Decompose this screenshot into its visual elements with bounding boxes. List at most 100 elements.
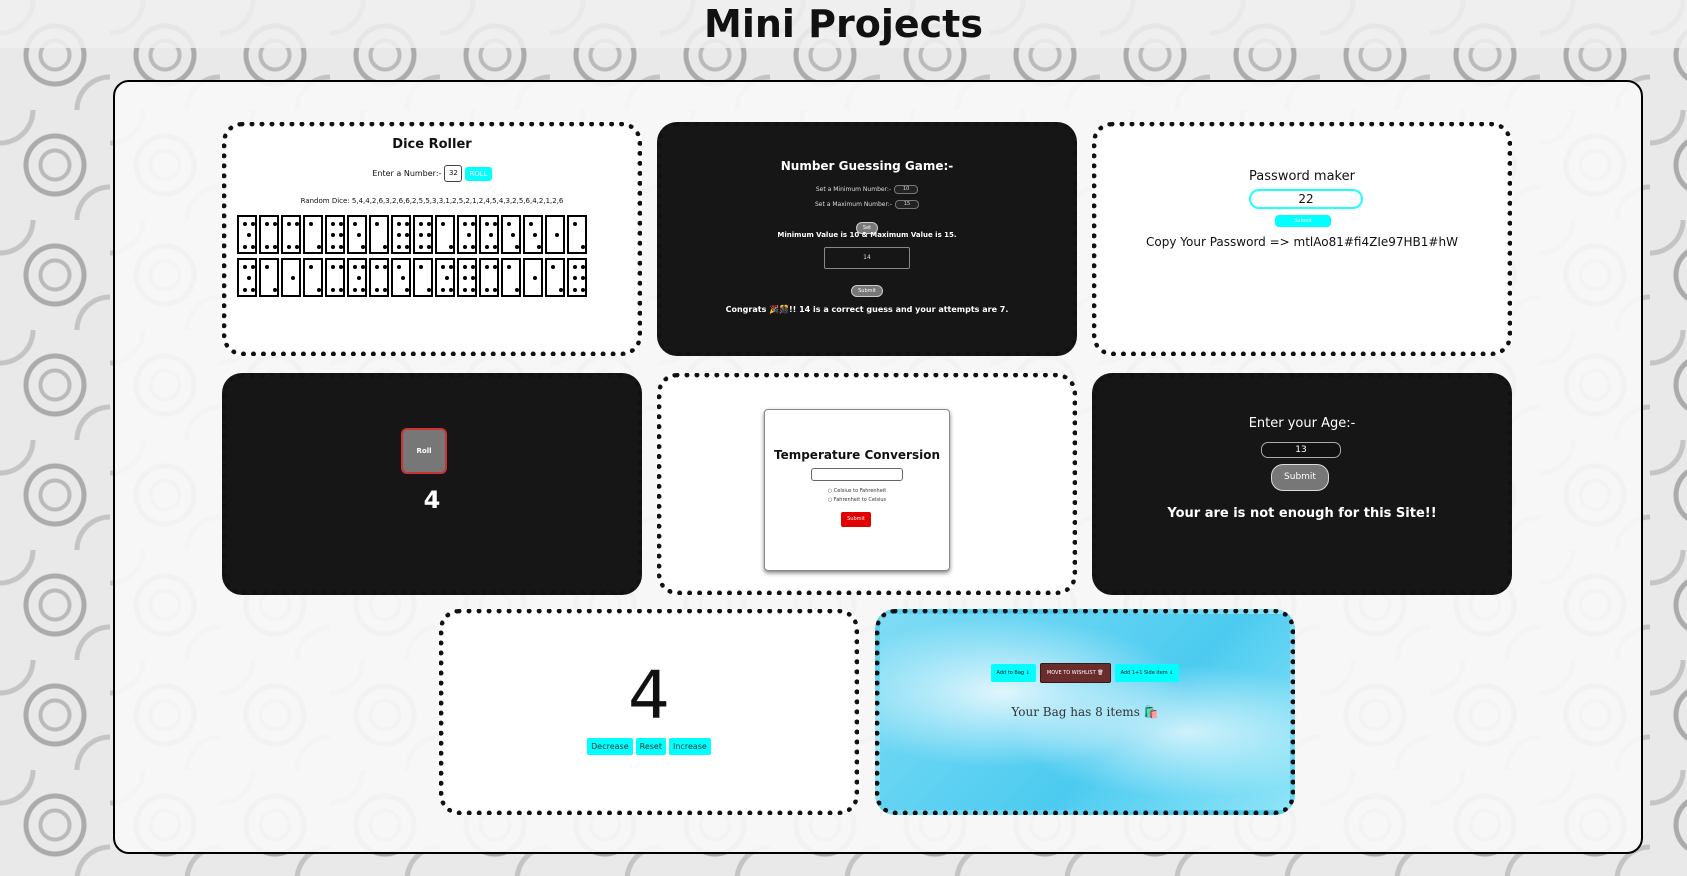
move-to-wishlist-button[interactable]: MOVE TO WISHLIST 🗑 xyxy=(1039,663,1111,683)
die-face xyxy=(259,215,279,254)
increase-button[interactable]: Increase xyxy=(669,738,711,755)
dice-input-label: Enter a Number:- xyxy=(372,169,442,178)
age-input[interactable]: 13 xyxy=(1261,442,1341,458)
die-face xyxy=(567,215,587,254)
die-pip xyxy=(493,288,497,292)
die-pip xyxy=(581,288,585,292)
min-number-input[interactable]: 10 xyxy=(894,185,919,194)
die-pip xyxy=(397,265,401,269)
add-side-item-button[interactable]: Add 1+1 Side item ⇓ xyxy=(1114,664,1180,682)
die-pip xyxy=(317,288,321,292)
roll-card[interactable]: Roll 4 xyxy=(222,373,642,595)
bag-count-text: Your Bag has 8 items 🛍️ xyxy=(1011,705,1159,719)
die-pip xyxy=(449,245,453,249)
die-pip xyxy=(401,276,405,280)
die-pip xyxy=(471,222,475,226)
die-pip xyxy=(537,245,541,249)
die-pip xyxy=(265,245,269,249)
die-pip xyxy=(361,265,365,269)
die-pip xyxy=(291,276,295,280)
die-pip xyxy=(353,265,357,269)
die-pip xyxy=(331,233,335,237)
max-number-input[interactable]: 15 xyxy=(895,200,919,209)
temperature-input[interactable] xyxy=(811,468,903,481)
die-pip xyxy=(251,288,255,292)
die-pip xyxy=(449,265,453,269)
die-pip xyxy=(419,233,423,237)
counter-card[interactable]: 4 Decrease Reset Increase xyxy=(439,609,859,815)
die-pip xyxy=(331,222,335,226)
die-pip xyxy=(375,288,379,292)
die-pip xyxy=(441,222,445,226)
die-pip xyxy=(357,233,361,237)
number-guessing-card[interactable]: Number Guessing Game:- Set a Minimum Num… xyxy=(657,122,1077,356)
die-pip xyxy=(441,288,445,292)
roll-dice-button[interactable]: Roll xyxy=(401,428,447,474)
die-pip xyxy=(339,222,343,226)
roll-button[interactable]: ROLL xyxy=(465,166,492,181)
die-pip xyxy=(265,265,269,269)
die-pip xyxy=(573,288,577,292)
die-face xyxy=(369,258,389,297)
projects-panel: Dice Roller Enter a Number:- 32 ROLL Ran… xyxy=(113,80,1643,854)
die-pip xyxy=(317,245,321,249)
die-pip xyxy=(375,222,379,226)
temperature-submit-button[interactable]: Submit xyxy=(841,512,871,527)
dice-input-row: Enter a Number:- 32 ROLL xyxy=(227,165,637,182)
die-pip xyxy=(511,233,515,237)
die-pip xyxy=(273,245,277,249)
congrats-message: Congrats 🎉🎊!! 14 is a correct guess and … xyxy=(725,305,1009,314)
page-title: Mini Projects xyxy=(704,2,983,46)
die-pip xyxy=(515,288,519,292)
die-pip xyxy=(463,265,467,269)
die-pip xyxy=(485,288,489,292)
add-to-bag-button[interactable]: Add to Bag ⇓ xyxy=(990,664,1036,682)
dice-roller-title: Dice Roller xyxy=(392,137,472,152)
die-pip xyxy=(471,288,475,292)
die-pip xyxy=(243,265,247,269)
guess-input[interactable]: 14 xyxy=(824,247,910,269)
die-pip xyxy=(471,245,475,249)
die-pip xyxy=(581,276,585,280)
die-pip xyxy=(463,222,467,226)
guess-submit-wrap: Submit xyxy=(662,277,1072,297)
password-length-input[interactable]: 22 xyxy=(1249,189,1363,209)
die-pip xyxy=(331,245,335,249)
die-face xyxy=(303,215,323,254)
password-maker-card[interactable]: Password maker 22 Submit Copy Your Passw… xyxy=(1092,122,1512,356)
counter-value: 4 xyxy=(628,657,670,734)
die-pip xyxy=(581,245,585,249)
die-face xyxy=(237,258,257,297)
temperature-card[interactable]: Temperature Conversion ○ Celsius to Fahr… xyxy=(657,373,1077,595)
bag-card[interactable]: Add to Bag ⇓ MOVE TO WISHLIST 🗑 Add 1+1 … xyxy=(875,609,1295,815)
guess-submit-button[interactable]: Submit xyxy=(851,285,883,297)
die-pip xyxy=(309,265,313,269)
die-pip xyxy=(463,288,467,292)
die-pip xyxy=(533,233,537,237)
password-submit-button[interactable]: Submit xyxy=(1275,215,1331,227)
die-face xyxy=(435,258,455,297)
age-checker-card[interactable]: Enter your Age:- 13 Submit Your are is n… xyxy=(1092,373,1512,595)
dice-number-input[interactable]: 32 xyxy=(444,165,463,182)
die-face xyxy=(479,258,499,297)
decrease-button[interactable]: Decrease xyxy=(587,738,633,755)
die-pip xyxy=(273,288,277,292)
fahrenheit-to-celsius-option[interactable]: ○ Fahrenheit to Celsius xyxy=(765,497,949,503)
die-pip xyxy=(383,245,387,249)
die-pip xyxy=(339,245,343,249)
die-pip xyxy=(427,222,431,226)
die-pip xyxy=(353,288,357,292)
roll-result: 4 xyxy=(423,486,441,514)
die-face xyxy=(259,258,279,297)
reset-button[interactable]: Reset xyxy=(635,738,666,755)
die-face xyxy=(391,258,411,297)
die-pip xyxy=(441,265,445,269)
die-pip xyxy=(427,288,431,292)
die-pip xyxy=(331,288,335,292)
die-pip xyxy=(489,233,493,237)
die-pip xyxy=(247,233,251,237)
dice-row-bottom xyxy=(237,258,587,297)
dice-roller-card[interactable]: Dice Roller Enter a Number:- 32 ROLL Ran… xyxy=(222,122,642,356)
age-submit-button[interactable]: Submit xyxy=(1271,464,1329,491)
celsius-to-fahrenheit-option[interactable]: ○ Celsius to Fahrenheit xyxy=(765,488,949,494)
